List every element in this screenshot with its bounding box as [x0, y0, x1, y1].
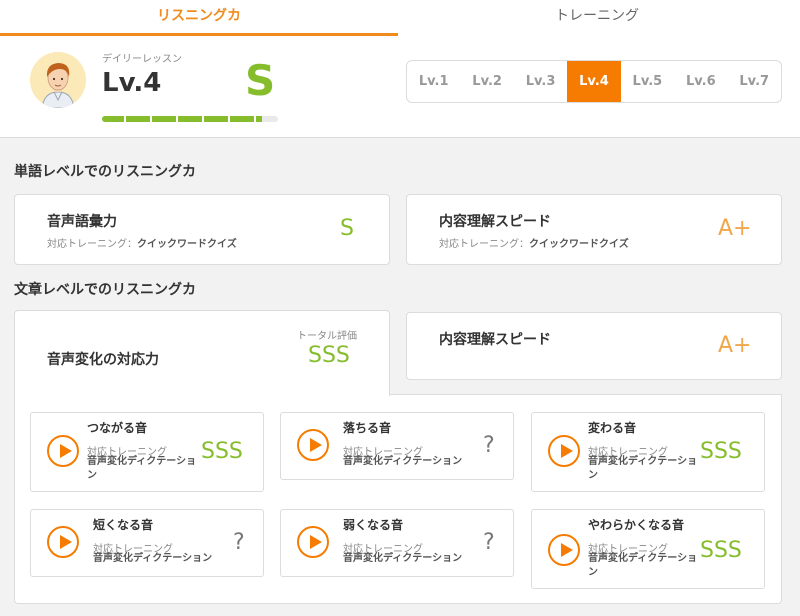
- level-option-7[interactable]: Lv.7: [728, 61, 781, 102]
- sound-title: 弱くなる音: [343, 518, 404, 532]
- level-progress-fill: [102, 116, 263, 122]
- training-name: 音声変化ディクテーション: [87, 456, 197, 481]
- current-level: Lv.4: [102, 68, 162, 98]
- sound-change-card[interactable]: 音声変化の対応力 トータル評価 SSS: [14, 310, 390, 396]
- card-title: 内容理解スピード: [439, 214, 551, 230]
- panel-divider: [389, 394, 782, 395]
- sound-title: つながる音: [87, 421, 148, 435]
- training-name: 音声変化ディクテーション: [343, 553, 463, 564]
- sound-card-changing[interactable]: 変わる音 対応トレーニング 音声変化ディクテーション SSS: [531, 412, 765, 492]
- play-icon[interactable]: [297, 526, 329, 558]
- play-icon[interactable]: [548, 435, 580, 467]
- level-option-1[interactable]: Lv.1: [407, 61, 460, 102]
- sound-card-shortening[interactable]: 短くなる音 対応トレーニング 音声変化ディクテーション ?: [30, 509, 264, 577]
- play-icon[interactable]: [297, 429, 329, 461]
- grade: S: [340, 216, 354, 241]
- play-icon[interactable]: [47, 435, 79, 467]
- training-name: 音声変化ディクテーション: [588, 553, 698, 578]
- training-name: 音声変化ディクテーション: [588, 456, 698, 481]
- training-name: 音声変化ディクテーション: [343, 456, 463, 467]
- sound-title: 落ちる音: [343, 421, 392, 435]
- level-progress-bar: [102, 116, 278, 122]
- grade: A+: [718, 333, 752, 358]
- sound-card-weakening[interactable]: 弱くなる音 対応トレーニング 音声変化ディクテーション ?: [280, 509, 514, 577]
- sentence-level-heading: 文章レベルでのリスニングカ: [14, 282, 196, 298]
- sound-title: 短くなる音: [93, 518, 154, 532]
- grade: SSS: [700, 538, 742, 563]
- card-training: 対応トレーニング：クイックワードクイズ: [47, 239, 237, 250]
- lesson-label: デイリーレッスン: [102, 54, 182, 65]
- total-label: トータル評価: [297, 331, 357, 342]
- level-option-3[interactable]: Lv.3: [514, 61, 567, 102]
- training-name: 音声変化ディクテーション: [93, 553, 213, 564]
- tab-listening[interactable]: リスニングカ: [0, 0, 398, 36]
- grade: SSS: [700, 439, 742, 464]
- level-selector: Lv.1 Lv.2 Lv.3 Lv.4 Lv.5 Lv.6 Lv.7: [406, 60, 782, 103]
- sound-card-dropping[interactable]: 落ちる音 対応トレーニング 音声変化ディクテーション ?: [280, 412, 514, 480]
- grade: SSS: [201, 439, 243, 464]
- top-tabs: リスニングカ トレーニング: [0, 0, 800, 36]
- total-grade: SSS: [308, 343, 350, 368]
- sound-title: やわらかくなる音: [588, 518, 685, 532]
- rank-grade: S: [245, 56, 276, 105]
- sound-title: 変わる音: [588, 421, 637, 435]
- card-title: 音声変化の対応力: [47, 352, 159, 368]
- sound-card-linking[interactable]: つながる音 対応トレーニング 音声変化ディクテーション SSS: [30, 412, 264, 492]
- level-option-5[interactable]: Lv.5: [621, 61, 674, 102]
- card-title: 音声語彙力: [47, 214, 117, 230]
- word-level-heading: 単語レベルでのリスニングカ: [14, 164, 196, 180]
- grade: A+: [718, 216, 752, 241]
- play-icon[interactable]: [47, 526, 79, 558]
- grade: ?: [483, 433, 495, 458]
- level-option-6[interactable]: Lv.6: [674, 61, 727, 102]
- sentence-speed-card: 内容理解スピード A+: [406, 312, 782, 380]
- grade: ?: [483, 530, 495, 555]
- level-header: デイリーレッスン Lv.4 S Lv.1 Lv.2 Lv.3 Lv.4 Lv.5…: [0, 36, 800, 138]
- card-training: 対応トレーニング：クイックワードクイズ: [439, 239, 629, 250]
- word-speed-card: 内容理解スピード 対応トレーニング：クイックワードクイズ A+: [406, 194, 782, 265]
- vocabulary-card: 音声語彙力 対応トレーニング：クイックワードクイズ S: [14, 194, 390, 265]
- level-option-2[interactable]: Lv.2: [460, 61, 513, 102]
- sound-card-softening[interactable]: やわらかくなる音 対応トレーニング 音声変化ディクテーション SSS: [531, 509, 765, 589]
- play-icon[interactable]: [548, 534, 580, 566]
- avatar: [30, 52, 86, 108]
- card-title: 内容理解スピード: [439, 332, 551, 348]
- grade: ?: [233, 530, 245, 555]
- level-option-4[interactable]: Lv.4: [567, 61, 621, 102]
- tab-training[interactable]: トレーニング: [398, 0, 796, 36]
